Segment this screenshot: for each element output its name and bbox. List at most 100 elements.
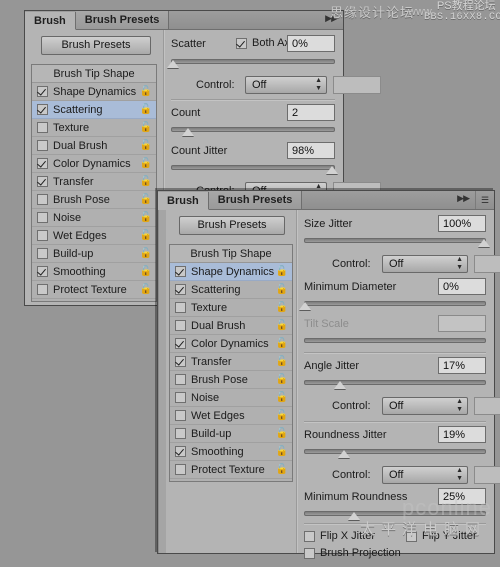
min-diameter-slider[interactable] — [299, 299, 486, 311]
brush-projection-checkbox-row[interactable]: Brush Projection — [304, 547, 401, 559]
option-checkbox[interactable] — [37, 176, 48, 187]
option-checkbox[interactable] — [175, 284, 186, 295]
lock-icon[interactable]: 🔓 — [275, 320, 289, 331]
panel2-tab-brush-presets[interactable]: Brush Presets — [208, 191, 303, 209]
list-item[interactable]: Build-up 🔓 — [32, 245, 156, 263]
roundness-jitter-slider[interactable] — [304, 447, 486, 459]
both-axes-checkbox[interactable] — [236, 37, 247, 49]
option-checkbox[interactable] — [37, 284, 48, 295]
min-roundness-slider-track[interactable] — [304, 511, 486, 516]
brush-projection-checkbox[interactable] — [304, 547, 315, 559]
scatter-slider-track[interactable] — [171, 59, 335, 64]
roundness-jitter-value-field[interactable]: 19% — [438, 426, 486, 443]
list-item[interactable]: Texture 🔓 — [32, 119, 156, 137]
count-jitter-slider-thumb[interactable] — [326, 166, 338, 174]
option-checkbox[interactable] — [37, 212, 48, 223]
list-item[interactable]: Dual Brush 🔓 — [32, 137, 156, 155]
lock-icon[interactable]: 🔓 — [139, 194, 153, 205]
double-chevron-right-icon[interactable]: ▶▶ — [319, 9, 343, 29]
option-checkbox[interactable] — [175, 464, 186, 475]
list-item[interactable]: Noise 🔓 — [32, 209, 156, 227]
flip-y-jitter-checkbox[interactable] — [406, 530, 417, 542]
panel1-brush-presets-button[interactable]: Brush Presets — [41, 36, 151, 55]
min-roundness-slider[interactable] — [304, 509, 486, 521]
panel1-tab-brush[interactable]: Brush — [25, 12, 76, 30]
option-checkbox[interactable] — [37, 266, 48, 277]
flip-x-jitter-row[interactable]: Flip X Jitter — [304, 530, 375, 542]
lock-icon[interactable]: 🔓 — [275, 428, 289, 439]
option-checkbox[interactable] — [37, 248, 48, 259]
panel2-brush-presets-button[interactable]: Brush Presets — [179, 216, 285, 235]
count-value-field[interactable]: 2 — [287, 104, 335, 121]
list-item[interactable]: Smoothing 🔓 — [32, 263, 156, 281]
flip-y-jitter-row[interactable]: Flip Y Jitter — [406, 530, 477, 542]
list-item[interactable]: Wet Edges 🔓 — [32, 227, 156, 245]
count-jitter-slider-track[interactable] — [171, 165, 335, 170]
option-checkbox[interactable] — [37, 86, 48, 97]
roundness-jitter-control-dropdown[interactable]: Off ▲ ▼ — [382, 466, 468, 484]
min-diameter-value-field[interactable]: 0% — [438, 278, 486, 295]
lock-icon[interactable]: 🔓 — [275, 356, 289, 367]
option-checkbox[interactable] — [37, 140, 48, 151]
lock-icon[interactable]: 🔓 — [275, 338, 289, 349]
list-item[interactable]: Shape Dynamics 🔓 — [170, 263, 292, 281]
scatter-slider[interactable] — [167, 57, 335, 69]
option-checkbox[interactable] — [37, 194, 48, 205]
lock-icon[interactable]: 🔓 — [139, 212, 153, 223]
option-checkbox[interactable] — [175, 446, 186, 457]
lock-icon[interactable]: 🔓 — [139, 176, 153, 187]
roundness-jitter-slider-track[interactable] — [304, 449, 486, 454]
list-item[interactable]: Scattering 🔓 — [170, 281, 292, 299]
angle-jitter-slider[interactable] — [304, 378, 486, 390]
scatter-value-field[interactable]: 0% — [287, 35, 335, 52]
list-item[interactable]: Color Dynamics 🔓 — [32, 155, 156, 173]
list-item[interactable]: Protect Texture 🔓 — [170, 461, 292, 479]
option-checkbox[interactable] — [37, 122, 48, 133]
list-item[interactable]: Transfer 🔓 — [32, 173, 156, 191]
double-chevron-right-icon[interactable]: ▶▶ — [451, 189, 475, 209]
angle-jitter-slider-track[interactable] — [304, 380, 486, 385]
list-item[interactable]: Transfer 🔓 — [170, 353, 292, 371]
min-roundness-slider-thumb[interactable] — [348, 512, 360, 520]
option-checkbox[interactable] — [37, 104, 48, 115]
option-checkbox[interactable] — [175, 374, 186, 385]
angle-jitter-control-dropdown[interactable]: Off ▲ ▼ — [382, 397, 468, 415]
roundness-jitter-slider-thumb[interactable] — [338, 450, 350, 458]
option-checkbox[interactable] — [175, 356, 186, 367]
lock-icon[interactable]: 🔓 — [139, 122, 153, 133]
size-jitter-value-field[interactable]: 100% — [438, 215, 486, 232]
list-item[interactable]: Smoothing 🔓 — [170, 443, 292, 461]
lock-icon[interactable]: 🔓 — [139, 104, 153, 115]
count-slider-track[interactable] — [171, 127, 335, 132]
lock-icon[interactable]: 🔓 — [275, 284, 289, 295]
count-slider[interactable] — [171, 125, 335, 137]
lock-icon[interactable]: 🔓 — [275, 374, 289, 385]
list-item[interactable]: Brush Pose 🔓 — [170, 371, 292, 389]
flip-x-jitter-checkbox[interactable] — [304, 530, 315, 542]
list-item[interactable]: Protect Texture 🔓 — [32, 281, 156, 299]
option-checkbox[interactable] — [175, 338, 186, 349]
count-slider-thumb[interactable] — [182, 128, 194, 136]
min-roundness-value-field[interactable]: 25% — [438, 488, 486, 505]
option-checkbox[interactable] — [175, 320, 186, 331]
count-jitter-slider[interactable] — [171, 163, 338, 175]
list-item[interactable]: Color Dynamics 🔓 — [170, 335, 292, 353]
scatter-control-dropdown[interactable]: Off ▲ ▼ — [245, 76, 327, 94]
lock-icon[interactable]: 🔓 — [139, 86, 153, 97]
size-jitter-slider-track[interactable] — [304, 238, 486, 243]
panel2-list-header[interactable]: Brush Tip Shape — [170, 245, 292, 263]
angle-jitter-slider-thumb[interactable] — [334, 381, 346, 389]
lock-icon[interactable]: 🔓 — [139, 230, 153, 241]
option-checkbox[interactable] — [37, 158, 48, 169]
list-item[interactable]: Scattering 🔓 — [32, 101, 156, 119]
option-checkbox[interactable] — [175, 410, 186, 421]
size-jitter-control-dropdown[interactable]: Off ▲ ▼ — [382, 255, 468, 273]
panel1-tab-brush-presets[interactable]: Brush Presets — [75, 11, 170, 29]
option-checkbox[interactable] — [175, 428, 186, 439]
option-checkbox[interactable] — [37, 230, 48, 241]
list-item[interactable]: Build-up 🔓 — [170, 425, 292, 443]
list-item[interactable]: Shape Dynamics 🔓 — [32, 83, 156, 101]
angle-jitter-value-field[interactable]: 17% — [438, 357, 486, 374]
option-checkbox[interactable] — [175, 266, 186, 277]
size-jitter-slider-thumb[interactable] — [478, 239, 490, 247]
